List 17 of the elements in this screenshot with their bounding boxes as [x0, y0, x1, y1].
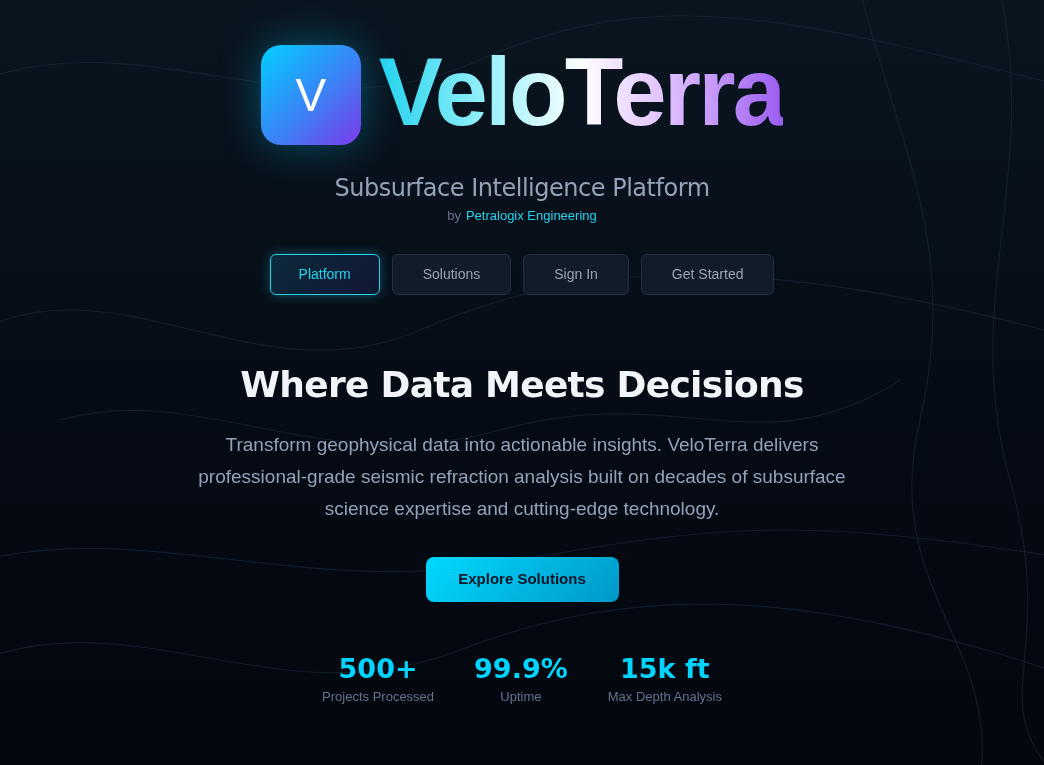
stat-value: 15k ft: [620, 652, 710, 686]
stat-label: Projects Processed: [322, 688, 435, 706]
stat-label: Max Depth Analysis: [607, 688, 722, 706]
nav-button[interactable]: Solutions: [391, 254, 512, 295]
stat-label: Uptime: [500, 688, 542, 706]
tagline: Subsurface Intelligence Platform: [334, 173, 710, 203]
hero-description: Transform geophysical data into actionable insights. VeloTerra delivers professional-grade seismic refraction analysis built on decades of subsurface science expertise and cutting-edge technology.: [197, 433, 847, 521]
nav-button[interactable]: Get Started: [640, 254, 775, 295]
nav-button[interactable]: Platform: [269, 254, 380, 295]
stat-value: 99.9%: [474, 652, 568, 686]
logo-tile: V: [260, 45, 361, 145]
company-link[interactable]: Petralogix Engineering: [465, 207, 597, 225]
byline-prefix: by: [447, 207, 461, 225]
nav-button[interactable]: Sign In: [523, 254, 629, 295]
hero-heading: Where Data Meets Decisions: [240, 363, 804, 407]
explore-solutions-button[interactable]: Explore Solutions: [425, 557, 619, 602]
stat-value: 500+: [338, 652, 418, 686]
